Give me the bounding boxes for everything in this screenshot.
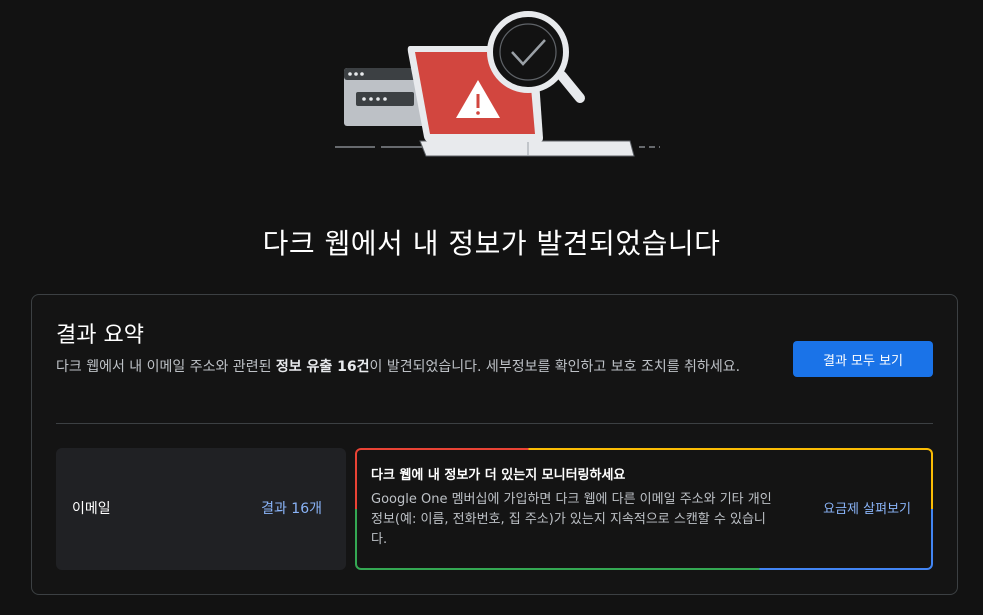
email-results-tile[interactable]: 이메일 결과 16개	[56, 448, 346, 570]
monitoring-promo-tile: 다크 웹에 내 정보가 더 있는지 모니터링하세요 Google One 멤버십…	[355, 448, 933, 570]
email-label: 이메일	[72, 501, 111, 517]
hero-illustration-svg	[335, 11, 660, 157]
explore-plans-link[interactable]: 요금제 살펴보기	[823, 498, 911, 517]
monitoring-promo-description: Google One 멤버십에 가입하면 다크 웹에 다른 이메일 주소와 기타…	[371, 492, 772, 547]
summary-desc-suffix: 이 발견되었습니다. 세부정보를 확인하고 보호 조치를 취하세요.	[369, 359, 741, 375]
summary-desc-bold: 정보 유출 16건	[275, 359, 370, 375]
divider	[56, 423, 933, 424]
view-all-results-button[interactable]: 결과 모두 보기	[793, 341, 933, 377]
summary-title: 결과 요약	[56, 323, 144, 348]
summary-card: 결과 요약 다크 웹에서 내 이메일 주소와 관련된 정보 유출 16건이 발견…	[31, 294, 958, 595]
email-results-count-link[interactable]: 결과 16개	[261, 498, 322, 518]
page-headline: 다크 웹에서 내 정보가 발견되었습니다	[262, 227, 721, 260]
summary-desc-prefix: 다크 웹에서 내 이메일 주소와 관련된	[56, 359, 276, 375]
monitoring-promo-title: 다크 웹에 내 정보가 더 있는지 모니터링하세요	[371, 468, 626, 483]
dark-web-warning-illustration	[330, 10, 670, 170]
monitoring-promo-inner: 다크 웹에 내 정보가 더 있는지 모니터링하세요 Google One 멤버십…	[357, 450, 931, 568]
summary-description: 다크 웹에서 내 이메일 주소와 관련된 정보 유출 16건이 발견되었습니다.…	[56, 357, 776, 377]
